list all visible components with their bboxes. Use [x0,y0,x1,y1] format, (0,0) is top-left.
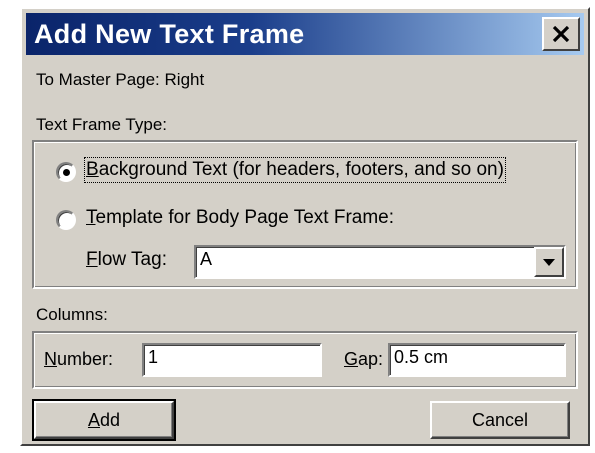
close-icon [552,26,570,42]
cancel-button-label: Cancel [471,409,529,430]
frame-type-heading: Text Frame Type: [36,115,168,134]
cancel-button[interactable]: Cancel [430,401,570,439]
radio-selected-dot [63,169,70,176]
add-text-frame-dialog: Add New Text Frame To Master Page: Right… [20,7,590,446]
template-body-page-label[interactable]: Template for Body Page Text Frame: [86,207,394,229]
gap-input[interactable]: 0.5 cm [388,343,566,377]
master-page-value: Right [164,70,205,89]
radio-background-text[interactable] [56,162,76,182]
dialog-title: Add New Text Frame [34,19,305,49]
flow-tag-dropdown-button[interactable] [534,247,564,277]
flow-tag-select[interactable]: A [194,245,566,279]
close-button[interactable] [542,17,580,51]
columns-group: Number: 1 Gap: 0.5 cm [32,331,578,389]
flow-tag-value: A [200,249,213,269]
title-bar: Add New Text Frame [26,13,584,55]
flow-tag-label: Flow Tag: [86,249,167,270]
gap-label: Gap: [344,349,384,369]
master-page-label: To Master Page: [36,70,160,89]
frame-type-group: Background Text (for headers, footers, a… [32,140,578,289]
background-text-label[interactable]: Background Text (for headers, footers, a… [84,157,506,183]
master-page-line: To Master Page: Right [36,70,204,90]
number-input[interactable]: 1 [142,343,322,377]
columns-heading: Columns: [36,305,108,324]
add-button-label: Add [87,409,121,430]
chevron-down-icon [543,258,555,266]
add-button[interactable]: Add [32,399,176,441]
gap-value: 0.5 cm [394,347,449,367]
number-label: Number: [44,349,114,369]
radio-template-body-page[interactable] [56,210,76,230]
number-value: 1 [148,347,159,367]
